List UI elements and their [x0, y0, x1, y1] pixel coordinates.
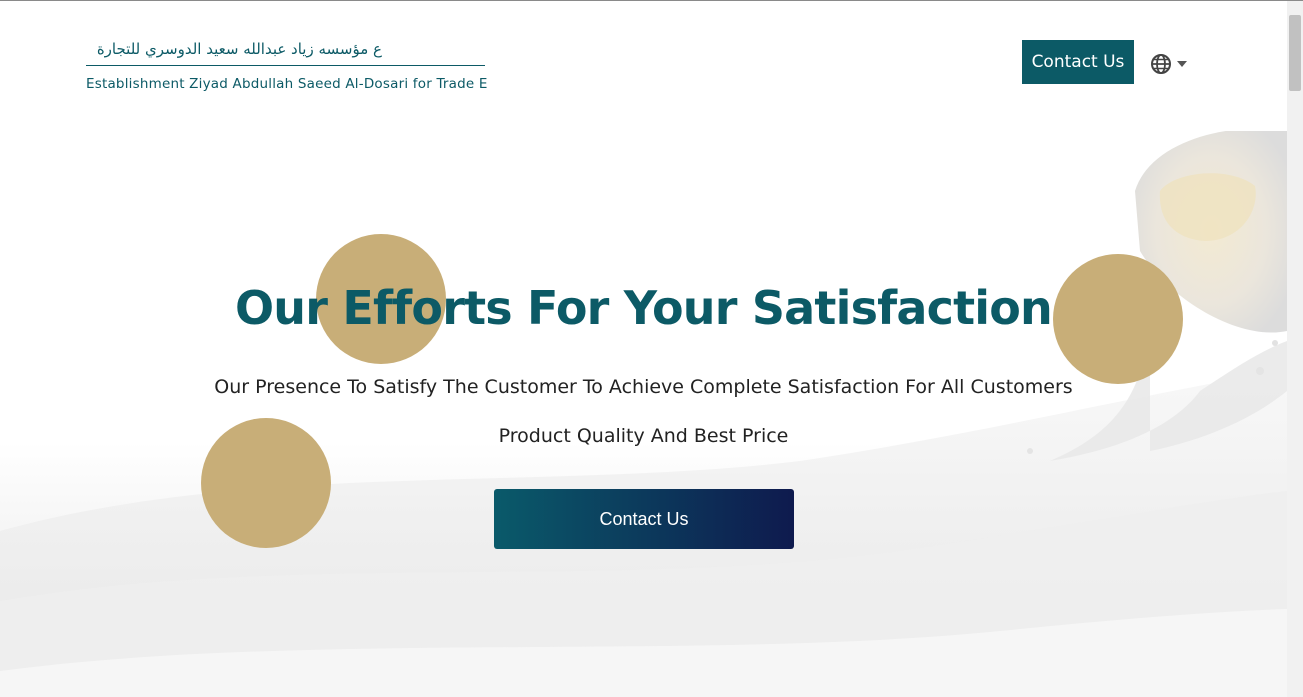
- logo-english-text: Establishment Ziyad Abdullah Saeed Al-Do…: [86, 76, 488, 92]
- hero-tagline: Product Quality And Best Price: [498, 425, 789, 447]
- hero-subtitle: Our Presence To Satisfy The Customer To …: [214, 376, 1073, 398]
- window-top-border: [0, 0, 1303, 1]
- logo[interactable]: ع مؤسسه زياد عبدالله سعيد الدوسري للتجار…: [86, 38, 488, 92]
- vertical-scrollbar[interactable]: [1287, 1, 1303, 697]
- hero-title: Our Efforts For Your Satisfaction: [234, 281, 1053, 335]
- chevron-down-icon: [1177, 61, 1187, 67]
- globe-icon: [1151, 54, 1171, 74]
- header-contact-button[interactable]: Contact Us: [1022, 40, 1134, 84]
- logo-arabic-text: ع مؤسسه زياد عبدالله سعيد الدوسري للتجار…: [96, 40, 382, 58]
- logo-divider: [86, 65, 485, 66]
- hero-contact-button[interactable]: Contact Us: [494, 489, 794, 549]
- scrollbar-thumb[interactable]: [1289, 15, 1301, 91]
- milk-splash-background: [0, 131, 1287, 697]
- hero-section: Our Efforts For Your Satisfaction Our Pr…: [0, 131, 1287, 697]
- language-selector[interactable]: [1151, 54, 1187, 74]
